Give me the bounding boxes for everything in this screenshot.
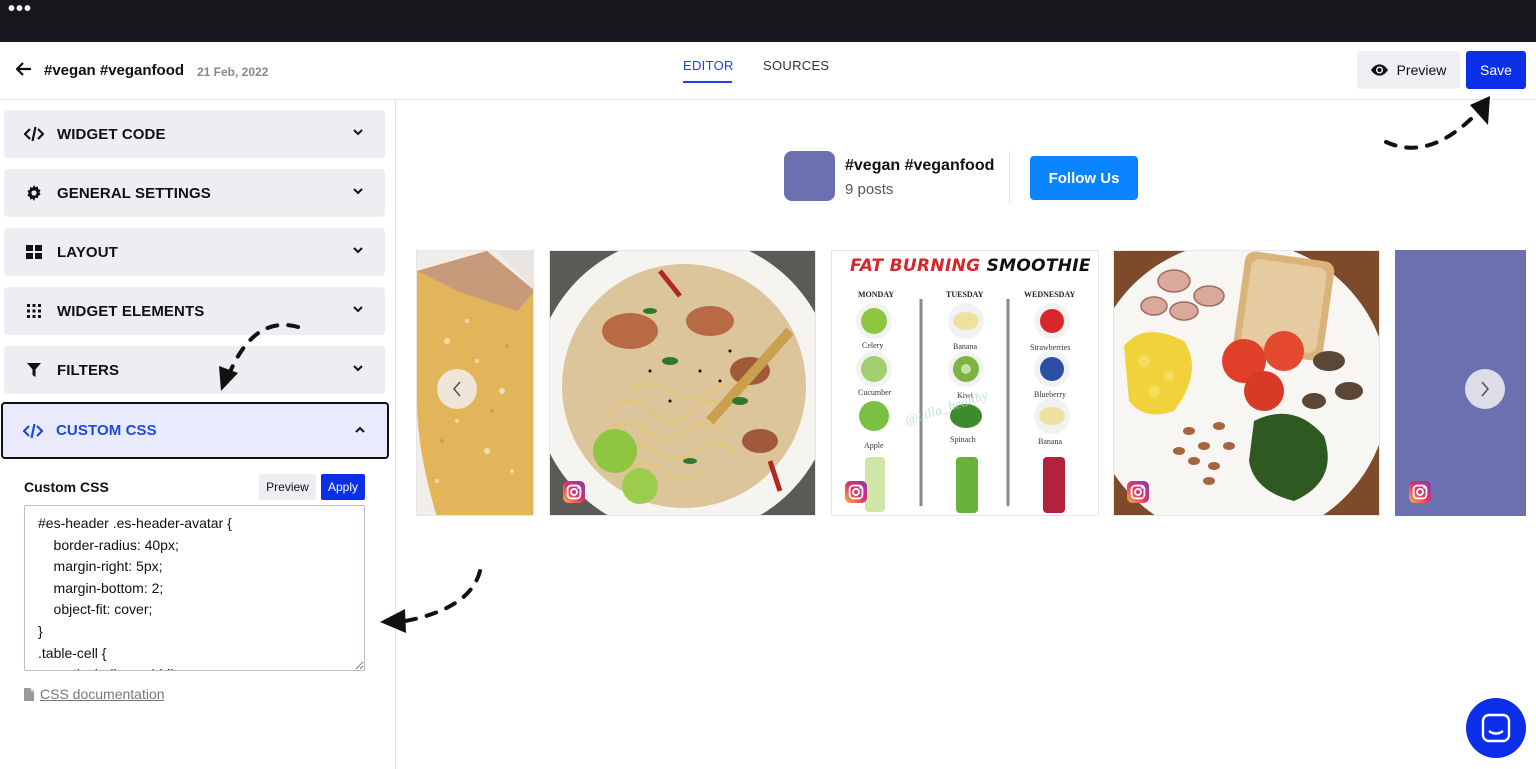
carousel-next-button[interactable] — [1465, 369, 1505, 409]
ingredient-blueberry: Blueberry — [1034, 390, 1066, 399]
post-plate[interactable] — [1113, 250, 1380, 516]
chevron-down-icon — [353, 247, 363, 254]
chevron-up-icon — [355, 426, 365, 433]
section-label: CUSTOM CSS — [56, 422, 157, 439]
section-label: WIDGET CODE — [57, 125, 166, 143]
filter-icon — [24, 361, 44, 379]
widget-date: 21 Feb, 2022 — [197, 65, 269, 79]
preview-button[interactable]: Preview — [1357, 51, 1460, 89]
back-arrow-icon[interactable] — [15, 60, 34, 80]
section-widget-code[interactable]: WIDGET CODE — [4, 110, 385, 158]
profile-name: #vegan #veganfood — [845, 157, 995, 174]
tab-sources[interactable]: SOURCES — [763, 58, 829, 73]
eye-icon — [1370, 64, 1388, 76]
chevron-left-icon — [452, 381, 461, 397]
instagram-icon — [845, 481, 867, 503]
smoothie-watermark: @cilla_healthy — [903, 388, 991, 429]
custom-css-textarea[interactable]: #es-header .es-header-avatar { border-ra… — [24, 505, 365, 671]
profile-avatar — [784, 151, 835, 201]
ingredient-strawberries: Strawberries — [1030, 343, 1071, 352]
settings-sidebar: WIDGET CODE GENERAL SETTINGS LAYOUT WIDG… — [0, 100, 396, 769]
section-widget-elements[interactable]: WIDGET ELEMENTS — [4, 287, 385, 335]
section-label: LAYOUT — [57, 243, 118, 261]
instagram-icon — [563, 481, 585, 503]
carousel-prev-button[interactable] — [437, 369, 477, 409]
chevron-down-icon — [353, 188, 363, 195]
follow-us-button[interactable]: Follow Us — [1030, 156, 1138, 200]
more-options-icon[interactable]: ••• — [8, 0, 32, 19]
post-placeholder[interactable] — [1395, 250, 1526, 516]
section-general-settings[interactable]: GENERAL SETTINGS — [4, 169, 385, 217]
active-tab-indicator — [683, 81, 732, 83]
code-icon — [24, 125, 44, 143]
chevron-down-icon — [353, 365, 363, 372]
section-label: FILTERS — [57, 361, 120, 379]
widget-title: #vegan #veganfood — [44, 62, 185, 79]
ingredient-cucumber: Cucumber — [858, 388, 892, 397]
custom-css-label: Custom CSS — [24, 479, 109, 495]
profile-posts-count: 9 posts — [845, 181, 894, 198]
chevron-down-icon — [353, 306, 363, 313]
chevron-right-icon — [1481, 381, 1490, 397]
instagram-icon — [1127, 481, 1149, 503]
css-documentation-link[interactable]: CSS documentation — [24, 686, 165, 702]
chevron-down-icon — [353, 129, 363, 136]
preview-label: Preview — [1396, 62, 1447, 78]
post-ramen[interactable] — [549, 250, 816, 516]
css-apply-button[interactable]: Apply — [321, 474, 365, 500]
plate-photo — [1114, 251, 1379, 515]
post-smoothie[interactable]: FAT BURNING SMOOTHIE MONDAY TUESDAY WEDN… — [831, 250, 1099, 516]
profile-divider — [1009, 151, 1010, 204]
section-filters[interactable]: FILTERS — [4, 346, 385, 394]
elements-grid-icon — [24, 302, 44, 320]
chat-launcher-button[interactable] — [1466, 698, 1526, 758]
css-preview-button[interactable]: Preview — [259, 474, 316, 500]
gear-icon — [24, 184, 44, 202]
section-layout[interactable]: LAYOUT — [4, 228, 385, 276]
ingredient-celery: Celery — [862, 341, 884, 350]
layout-grid-icon — [24, 243, 44, 261]
instagram-icon — [1409, 481, 1431, 503]
top-bar: ••• — [0, 0, 1536, 42]
css-documentation-label: CSS documentation — [40, 686, 165, 702]
section-label: GENERAL SETTINGS — [57, 184, 211, 202]
section-label: WIDGET ELEMENTS — [57, 302, 205, 320]
ingredient-banana-2: Banana — [1038, 437, 1062, 446]
document-icon — [24, 687, 34, 701]
chat-icon — [1481, 713, 1511, 743]
tab-editor[interactable]: EDITOR — [683, 58, 734, 73]
editor-header: #vegan #veganfood 21 Feb, 2022 EDITOR SO… — [0, 42, 1536, 100]
section-custom-css[interactable]: CUSTOM CSS — [1, 402, 389, 459]
code-icon — [23, 422, 43, 440]
save-button[interactable]: Save — [1466, 51, 1526, 89]
ingredient-banana: Banana — [953, 342, 977, 351]
ramen-photo — [550, 251, 815, 515]
ingredient-apple: Apple — [864, 441, 884, 450]
ingredient-spinach: Spinach — [950, 435, 976, 444]
